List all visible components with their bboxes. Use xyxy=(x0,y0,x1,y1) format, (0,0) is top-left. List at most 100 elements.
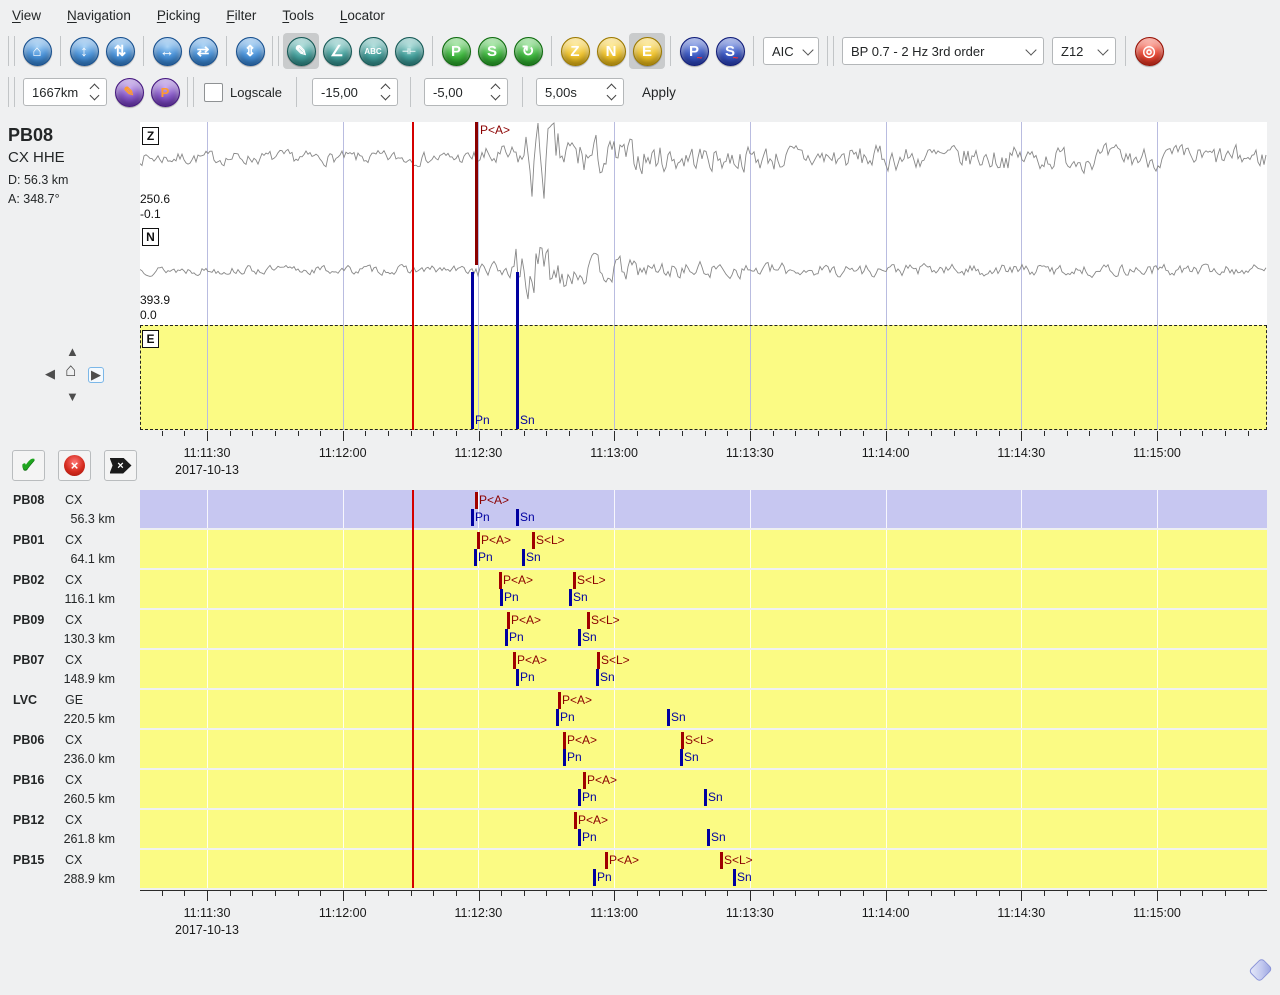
time-zoom-out-button[interactable]: ⇄ xyxy=(185,33,221,69)
component-e-button[interactable]: E xyxy=(629,33,665,69)
size-grip[interactable] xyxy=(1248,958,1273,983)
scroll-right-button[interactable]: ▶ xyxy=(88,367,104,383)
component-z-button[interactable]: Z xyxy=(557,33,593,69)
angle-tool-button[interactable]: ∠ xyxy=(319,33,355,69)
goto-next-s-button[interactable]: S xyxy=(474,33,510,69)
pick-line[interactable] xyxy=(596,669,599,686)
accept-button[interactable]: ✔ xyxy=(12,450,45,481)
pick-line[interactable] xyxy=(578,829,581,846)
pick-line[interactable] xyxy=(532,532,535,549)
relocate-button[interactable]: ◎ xyxy=(1131,33,1167,69)
overview-row-pb16[interactable]: P<A>PnSn xyxy=(140,770,1267,808)
time-zoom-in-button[interactable]: ↔ xyxy=(149,33,185,69)
spinner-arrows-icon[interactable] xyxy=(608,85,615,99)
pick-line[interactable] xyxy=(500,589,503,606)
pick-line[interactable] xyxy=(477,532,480,549)
pick-line-sn[interactable] xyxy=(516,272,519,429)
pick-line[interactable] xyxy=(597,652,600,669)
overview-row-pb02[interactable]: P<A>S<L>PnSn xyxy=(140,570,1267,608)
overview-row-pb08[interactable]: P<A>PnSn xyxy=(140,490,1267,528)
scroll-left-button[interactable]: ◀ xyxy=(45,367,55,381)
overview-row-pb15[interactable]: P<A>S<L>PnSn xyxy=(140,850,1267,888)
pick-line[interactable] xyxy=(522,549,525,566)
menu-picking[interactable]: Picking xyxy=(157,8,201,23)
overview-row-pb12[interactable]: P<A>PnSn xyxy=(140,810,1267,848)
spinner-arrows-icon[interactable] xyxy=(382,85,389,99)
amplitude-zoom-out-button[interactable]: ⇅ xyxy=(102,33,138,69)
pick-line[interactable] xyxy=(605,852,608,869)
pick-line-pa[interactable] xyxy=(475,122,478,265)
scroll-down-button[interactable]: ▼ xyxy=(66,390,79,404)
goto-next-p-button[interactable]: P xyxy=(438,33,474,69)
pick-line[interactable] xyxy=(563,749,566,766)
pick-line[interactable] xyxy=(569,589,572,606)
menu-filter[interactable]: Filter xyxy=(226,8,256,23)
time-window-end-spinbox[interactable]: -5,00 xyxy=(424,78,508,106)
measure-tool-button[interactable]: ⊣⊢ xyxy=(391,33,427,69)
reject-button[interactable]: × xyxy=(58,450,91,481)
default-scale-button[interactable]: ⇕ xyxy=(232,33,268,69)
home-view-button[interactable]: ⌂ xyxy=(65,364,76,378)
pick-line[interactable] xyxy=(516,669,519,686)
time-window-start-spinbox[interactable]: -15,00 xyxy=(312,78,398,106)
repick-button[interactable]: ↻ xyxy=(510,33,546,69)
pick-line[interactable] xyxy=(499,572,502,589)
distance-range-combo[interactable]: 1667km xyxy=(23,78,107,106)
pick-line[interactable] xyxy=(573,572,576,589)
menu-navigation[interactable]: Navigation xyxy=(67,8,131,23)
align-picks-button[interactable]: P xyxy=(147,74,183,110)
overview-row-pb01[interactable]: P<A>S<L>PnSn xyxy=(140,530,1267,568)
pick-line[interactable] xyxy=(578,789,581,806)
pick-line[interactable] xyxy=(680,749,683,766)
menu-tools[interactable]: Tools xyxy=(282,8,314,23)
pick-s-button[interactable]: S~ xyxy=(712,33,748,69)
phase-label-tool-button[interactable]: ABC xyxy=(355,33,391,69)
picker-algorithm-select[interactable]: AIC xyxy=(763,37,819,65)
pick-line[interactable] xyxy=(471,509,474,526)
spinner-arrows-icon[interactable] xyxy=(492,85,499,99)
home-button[interactable]: ⌂ xyxy=(19,33,55,69)
pick-line[interactable] xyxy=(593,869,596,886)
overview-row-pb07[interactable]: P<A>S<L>PnSn xyxy=(140,650,1267,688)
logscale-checkbox[interactable] xyxy=(204,83,223,102)
pick-line[interactable] xyxy=(558,692,561,709)
pick-line[interactable] xyxy=(513,652,516,669)
pick-line[interactable] xyxy=(474,549,477,566)
apply-button[interactable]: Apply xyxy=(642,85,676,100)
pick-line[interactable] xyxy=(587,612,590,629)
pick-line[interactable] xyxy=(516,509,519,526)
component-n-button[interactable]: N xyxy=(593,33,629,69)
scroll-up-button[interactable]: ▲ xyxy=(66,345,79,359)
pick-line[interactable] xyxy=(667,709,670,726)
pick-line[interactable] xyxy=(574,812,577,829)
pick-line[interactable] xyxy=(733,869,736,886)
overview-row-lvc[interactable]: P<A>PnSn xyxy=(140,690,1267,728)
menu-locator[interactable]: Locator xyxy=(340,8,385,23)
pick-line[interactable] xyxy=(507,612,510,629)
pick-line[interactable] xyxy=(563,732,566,749)
trace-view[interactable]: P<A>PnSnZ250.6-0.1N393.90.0E xyxy=(140,122,1267,430)
overview-row-pb06[interactable]: P<A>S<L>PnSn xyxy=(140,730,1267,768)
amplitude-zoom-in-button[interactable]: ↕ xyxy=(66,33,102,69)
plot-tool-button[interactable]: ✎ xyxy=(111,74,147,110)
pick-line[interactable] xyxy=(556,709,559,726)
pick-line[interactable] xyxy=(505,629,508,646)
menu-view[interactable]: View xyxy=(12,8,41,23)
pick-line[interactable] xyxy=(707,829,710,846)
discard-next-button[interactable]: × xyxy=(104,450,137,481)
rotation-select[interactable]: Z12 xyxy=(1052,37,1116,65)
pick-line[interactable] xyxy=(704,789,707,806)
overview-panel[interactable]: P<A>PnSnP<A>S<L>PnSnP<A>S<L>PnSnP<A>S<L>… xyxy=(140,490,1267,888)
pick-line[interactable] xyxy=(720,852,723,869)
pick-line[interactable] xyxy=(578,629,581,646)
filter-select[interactable]: BP 0.7 - 2 Hz 3rd order xyxy=(842,37,1044,65)
pick-line-pn[interactable] xyxy=(471,272,474,429)
pick-line[interactable] xyxy=(681,732,684,749)
snr-window-spinbox[interactable]: 5,00s xyxy=(536,78,624,106)
pick-p-button[interactable]: P~ xyxy=(676,33,712,69)
pick-line[interactable] xyxy=(475,492,478,509)
spinner-arrows-icon[interactable] xyxy=(91,85,98,99)
overview-row-pb09[interactable]: P<A>S<L>PnSn xyxy=(140,610,1267,648)
picker-tool-button[interactable]: ✎ xyxy=(283,33,319,69)
pick-line[interactable] xyxy=(583,772,586,789)
